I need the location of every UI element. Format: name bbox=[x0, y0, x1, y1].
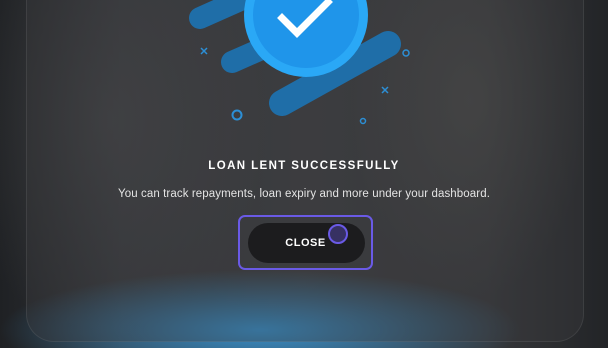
dialog-title: LOAN LENT SUCCESSFULLY bbox=[208, 160, 400, 172]
ring-icon bbox=[402, 49, 410, 57]
cross-icon bbox=[381, 86, 389, 94]
cross-icon bbox=[200, 47, 208, 55]
cursor-indicator bbox=[328, 224, 348, 244]
close-button-label: CLOSE bbox=[285, 237, 326, 249]
close-button[interactable]: CLOSE bbox=[248, 223, 365, 263]
ring-icon bbox=[231, 109, 243, 121]
dialog-message: You can track repayments, loan expiry an… bbox=[117, 188, 491, 200]
ring-icon bbox=[359, 117, 367, 125]
success-illustration bbox=[189, 0, 410, 125]
